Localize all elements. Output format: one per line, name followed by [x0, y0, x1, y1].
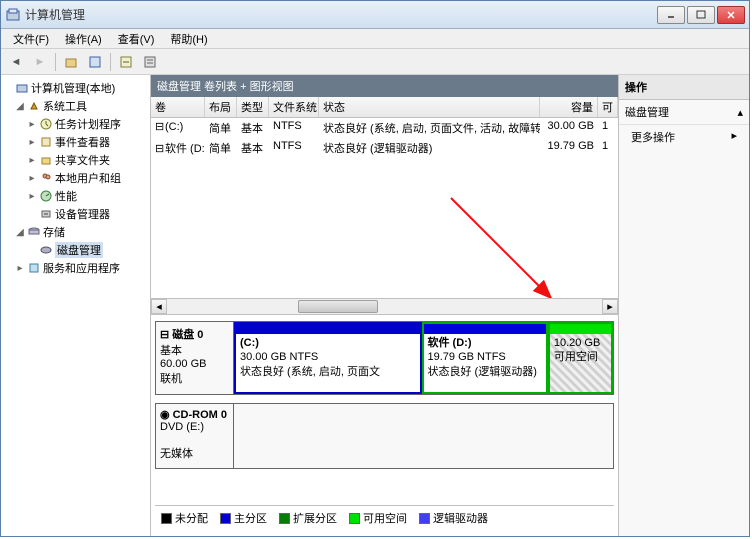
menubar: 文件(F) 操作(A) 查看(V) 帮助(H) [1, 29, 749, 49]
legend: 未分配 主分区 扩展分区 可用空间 逻辑驱动器 [155, 505, 614, 530]
horizontal-scrollbar[interactable]: ◂ ▸ [151, 298, 618, 314]
toolbar-icon-1[interactable] [60, 51, 82, 73]
disk-0-row[interactable]: ⊟磁盘 0 基本 60.00 GB 联机 (C:) 30.00 GB NTFS … [155, 321, 614, 395]
tree-device-manager[interactable]: 设备管理器 [3, 205, 148, 223]
toolbar: ◄ ► [1, 49, 749, 75]
table-header[interactable]: 卷 布局 类型 文件系统 状态 容量 可 [151, 97, 618, 118]
cdrom-info: ◉CD-ROM 0 DVD (E:) 无媒体 [156, 404, 234, 468]
tree-system-tools[interactable]: ◢系统工具 [3, 97, 148, 115]
col-status[interactable]: 状态 [319, 97, 540, 117]
window-title: 计算机管理 [25, 6, 657, 23]
tree-local-users[interactable]: ▸本地用户和组 [3, 169, 148, 187]
legend-primary: 主分区 [220, 510, 267, 526]
cdrom-icon: ◉ [160, 408, 170, 421]
partition-c[interactable]: (C:) 30.00 GB NTFS 状态良好 (系统, 启动, 页面文 [234, 322, 422, 394]
maximize-button[interactable] [687, 6, 715, 24]
titlebar: 计算机管理 [1, 1, 749, 29]
tree-services-apps[interactable]: ▸服务和应用程序 [3, 259, 148, 277]
table-scroll-area: ◂ ▸ [151, 158, 618, 314]
col-free[interactable]: 可 [598, 97, 618, 117]
toolbar-list-icon[interactable] [139, 51, 161, 73]
actions-more[interactable]: 更多操作 ▸ [619, 125, 749, 149]
volume-table: 卷 布局 类型 文件系统 状态 容量 可 ⊟(C:) 简单 基本 NTFS 状态… [151, 97, 618, 158]
menu-file[interactable]: 文件(F) [5, 31, 57, 47]
center-pane: 磁盘管理 卷列表 + 图形视图 卷 布局 类型 文件系统 状态 容量 可 ⊟(C… [151, 75, 619, 536]
scroll-right-button[interactable]: ▸ [602, 299, 618, 314]
legend-extended: 扩展分区 [279, 510, 337, 526]
legend-unallocated: 未分配 [161, 510, 208, 526]
col-capacity[interactable]: 容量 [540, 97, 598, 117]
actions-disk-mgmt[interactable]: 磁盘管理 ▴ [619, 100, 749, 125]
actions-pane: 操作 磁盘管理 ▴ 更多操作 ▸ [619, 75, 749, 536]
col-layout[interactable]: 布局 [205, 97, 237, 117]
minimize-button[interactable] [657, 6, 685, 24]
tree-disk-management[interactable]: 磁盘管理 [3, 241, 148, 259]
legend-free: 可用空间 [349, 510, 407, 526]
scroll-thumb[interactable] [298, 300, 378, 313]
actions-header: 操作 [619, 75, 749, 100]
partition-d[interactable]: 软件 (D:) 19.79 GB NTFS 状态良好 (逻辑驱动器) [422, 322, 548, 394]
back-button[interactable]: ◄ [5, 51, 27, 73]
disk-icon: ⊟ [160, 328, 169, 341]
tree-event-viewer[interactable]: ▸事件查看器 [3, 133, 148, 151]
legend-logical: 逻辑驱动器 [419, 510, 488, 526]
toolbar-icon-2[interactable] [84, 51, 106, 73]
partition-free[interactable]: 10.20 GB 可用空间 [548, 322, 613, 394]
forward-button[interactable]: ► [29, 51, 51, 73]
toolbar-refresh-icon[interactable] [115, 51, 137, 73]
tree-task-scheduler[interactable]: ▸任务计划程序 [3, 115, 148, 133]
col-volume[interactable]: 卷 [151, 97, 205, 117]
col-type[interactable]: 类型 [237, 97, 269, 117]
menu-action[interactable]: 操作(A) [57, 31, 110, 47]
disk-layout-pane: ⊟磁盘 0 基本 60.00 GB 联机 (C:) 30.00 GB NTFS … [151, 314, 618, 536]
navigation-tree[interactable]: 计算机管理(本地) ◢系统工具 ▸任务计划程序 ▸事件查看器 ▸共享文件夹 ▸本… [1, 75, 151, 536]
annotation-arrow [151, 158, 591, 314]
tree-root[interactable]: 计算机管理(本地) [3, 79, 148, 97]
menu-view[interactable]: 查看(V) [110, 31, 163, 47]
app-icon [5, 7, 21, 23]
close-button[interactable] [717, 6, 745, 24]
cdrom-row[interactable]: ◉CD-ROM 0 DVD (E:) 无媒体 [155, 403, 614, 469]
tree-performance[interactable]: ▸性能 [3, 187, 148, 205]
scroll-left-button[interactable]: ◂ [151, 299, 167, 314]
disk-0-info: ⊟磁盘 0 基本 60.00 GB 联机 [156, 322, 234, 394]
menu-help[interactable]: 帮助(H) [162, 31, 215, 47]
collapse-icon[interactable]: ▴ [737, 106, 743, 119]
tree-storage[interactable]: ◢存储 [3, 223, 148, 241]
table-row[interactable]: ⊟(C:) 简单 基本 NTFS 状态良好 (系统, 启动, 页面文件, 活动,… [151, 118, 618, 138]
chevron-right-icon: ▸ [731, 129, 737, 142]
disk-mgmt-header: 磁盘管理 卷列表 + 图形视图 [151, 75, 618, 97]
col-fs[interactable]: 文件系统 [269, 97, 319, 117]
table-row[interactable]: ⊟软件 (D:) 简单 基本 NTFS 状态良好 (逻辑驱动器) 19.79 G… [151, 138, 618, 158]
tree-shared-folders[interactable]: ▸共享文件夹 [3, 151, 148, 169]
